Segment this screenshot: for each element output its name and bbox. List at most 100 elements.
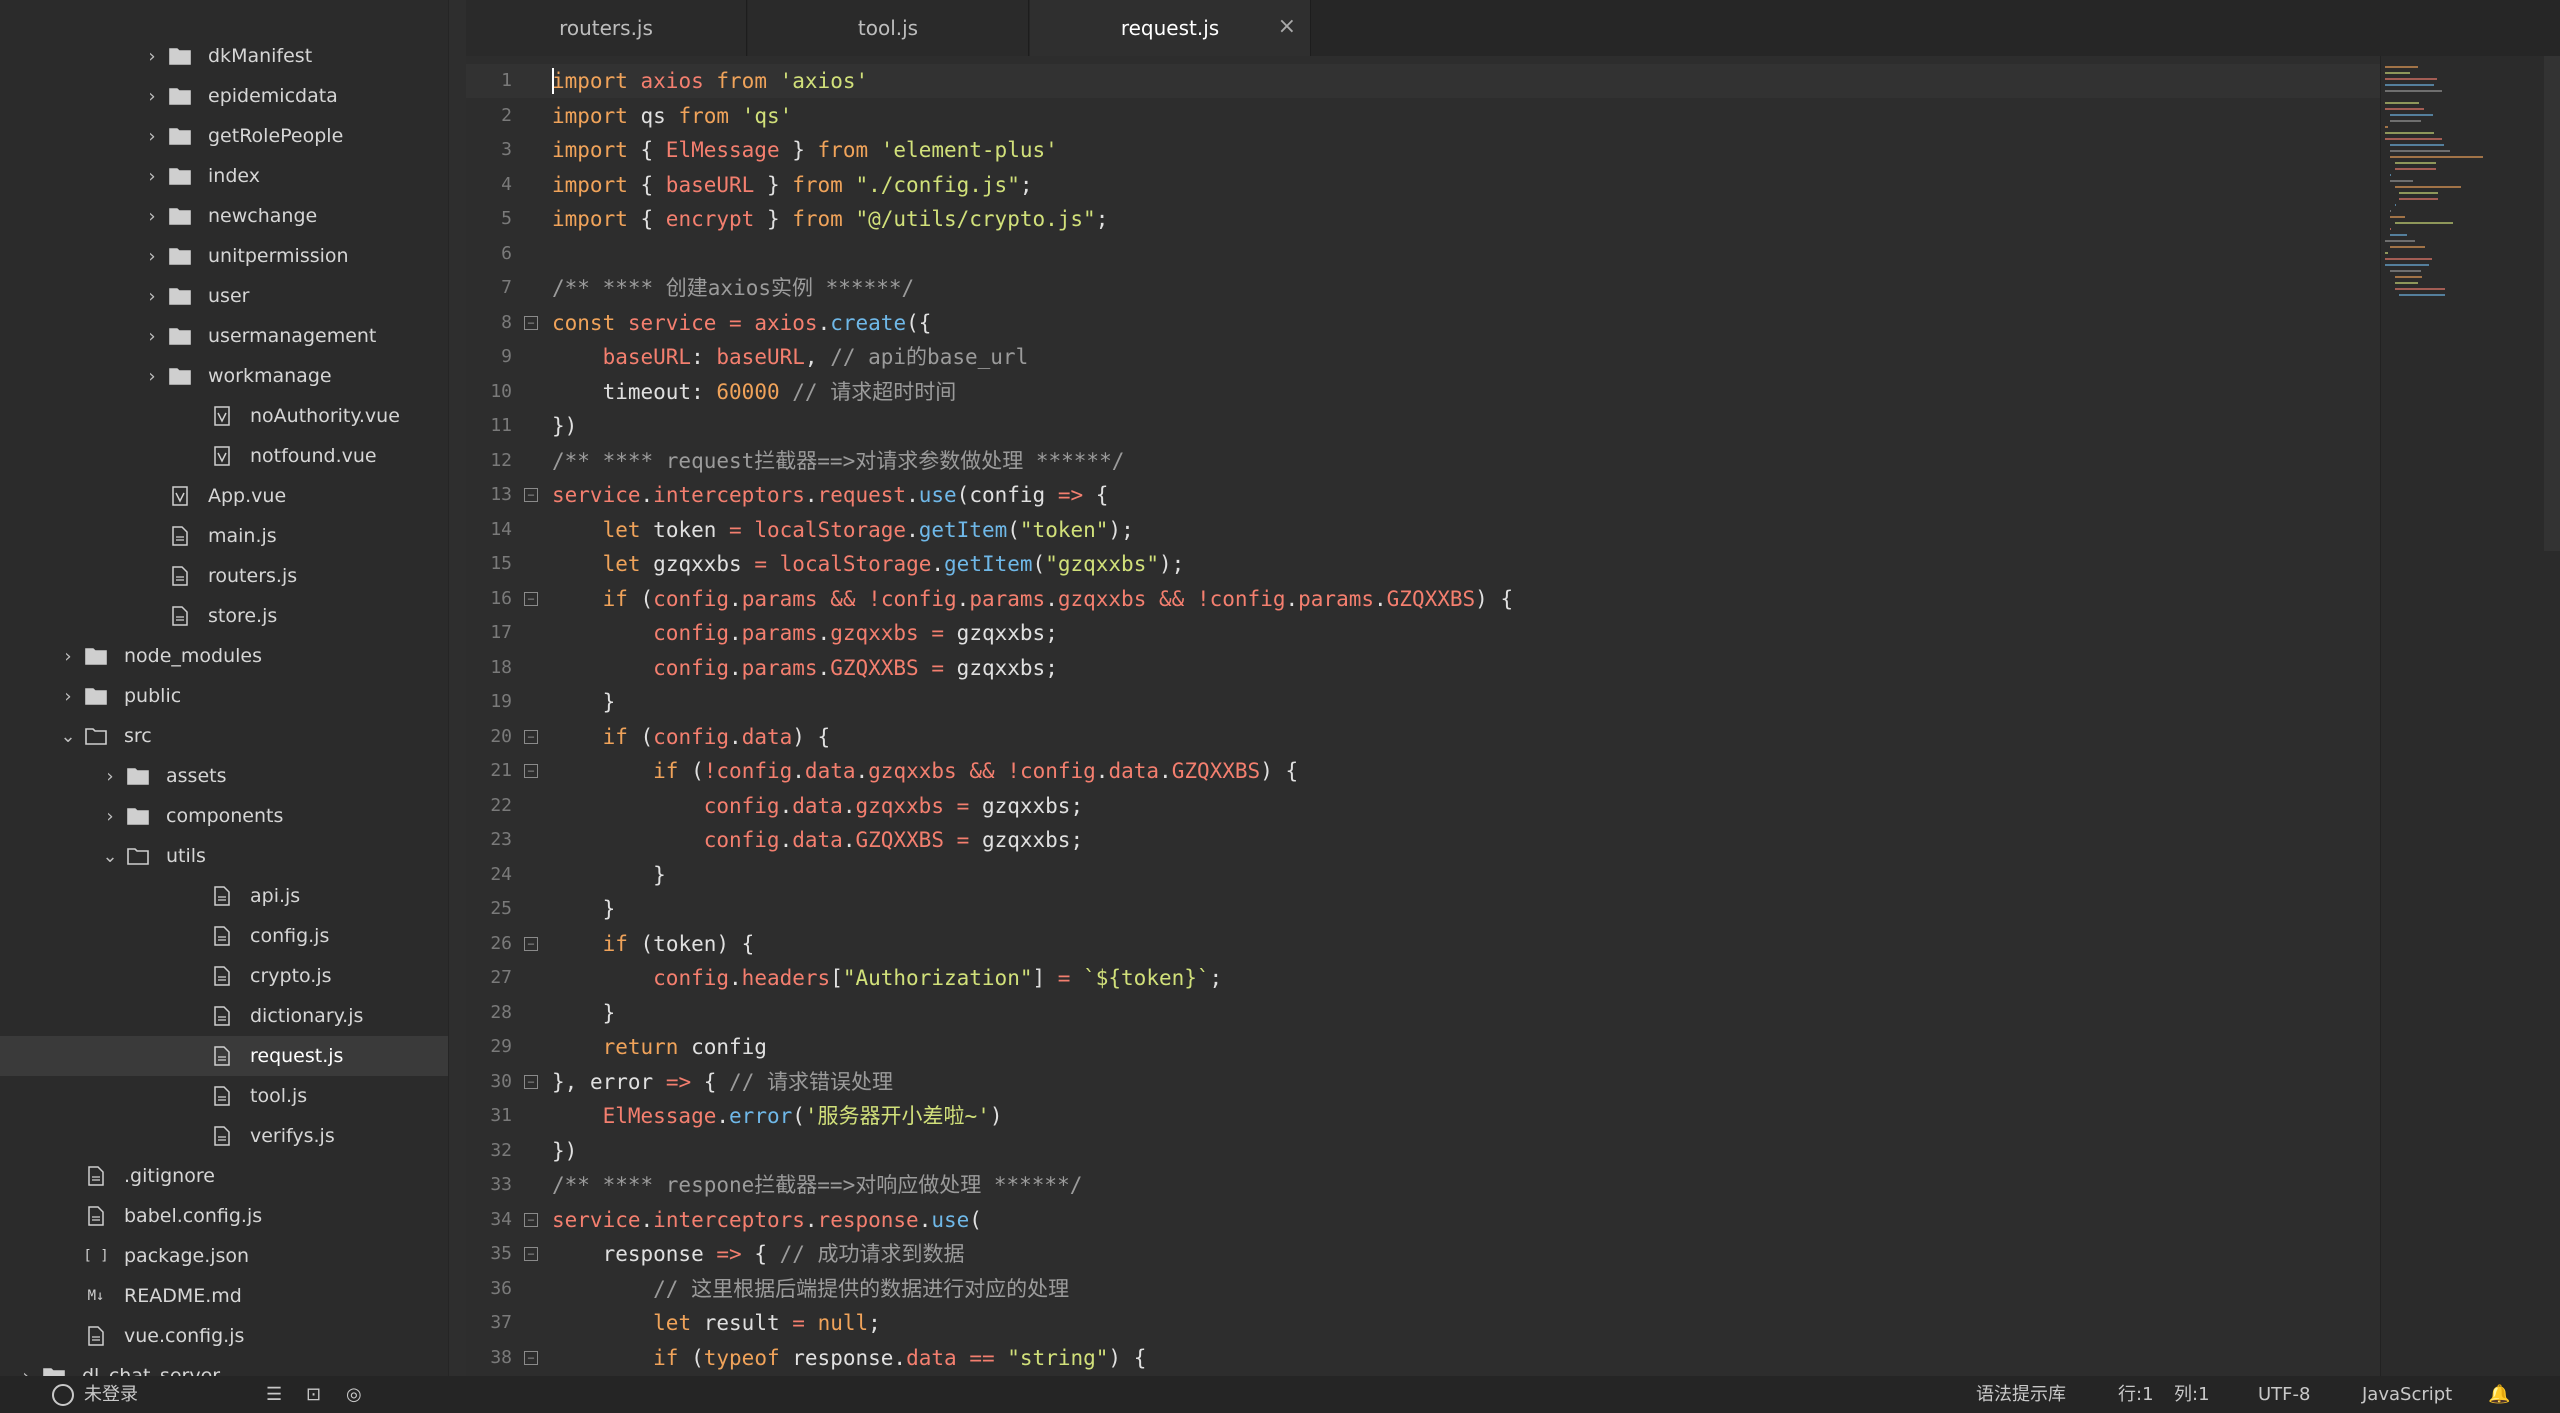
notification-bell-icon[interactable]: 🔔	[2488, 1376, 2510, 1413]
syntax-hint-button[interactable]: 语法提示库	[1976, 1376, 2066, 1413]
fold-toggle-icon[interactable]: −	[524, 764, 538, 778]
tree-item[interactable]: ⌄ utils	[0, 836, 448, 876]
tree-item[interactable]: › epidemicdata	[0, 76, 448, 116]
login-status[interactable]: 未登录	[52, 1376, 138, 1413]
tree-item[interactable]: vue.config.js	[0, 1316, 448, 1356]
code-line[interactable]: 5 import { encrypt } from "@/utils/crypto…	[466, 202, 2380, 236]
tree-item[interactable]: api.js	[0, 876, 448, 916]
chevron-right-icon[interactable]: ›	[12, 1366, 40, 1377]
tree-item[interactable]: › usermanagement	[0, 316, 448, 356]
code-line[interactable]: 10 timeout: 60000 // 请求超时时间	[466, 375, 2380, 409]
code-line[interactable]: 20− if (config.data) {	[466, 720, 2380, 754]
code-line[interactable]: 8− const service = axios.create({	[466, 306, 2380, 340]
tree-item[interactable]: › components	[0, 796, 448, 836]
chevron-right-icon[interactable]: ›	[96, 766, 124, 787]
tree-item[interactable]: dictionary.js	[0, 996, 448, 1036]
tree-item[interactable]: request.js	[0, 1036, 448, 1076]
tree-item[interactable]: babel.config.js	[0, 1196, 448, 1236]
code-line[interactable]: 9 baseURL: baseURL, // api的base_url	[466, 340, 2380, 374]
tree-item[interactable]: › getRolePeople	[0, 116, 448, 156]
chevron-right-icon[interactable]: ›	[138, 246, 166, 267]
code-line[interactable]: 13− service.interceptors.request.use(conf…	[466, 478, 2380, 512]
tree-item[interactable]: .gitignore	[0, 1156, 448, 1196]
chevron-right-icon[interactable]: ›	[138, 46, 166, 67]
fold-toggle-icon[interactable]: −	[524, 729, 538, 744]
cursor-line[interactable]: 行:1	[2118, 1376, 2154, 1413]
code-line[interactable]: 2 import qs from 'qs'	[466, 99, 2380, 133]
chevron-right-icon[interactable]: ›	[138, 286, 166, 307]
cursor-column[interactable]: 列:1	[2174, 1376, 2210, 1413]
code-line[interactable]: 32})	[466, 1134, 2380, 1168]
fold-toggle-icon[interactable]: −	[524, 488, 538, 502]
code-line[interactable]: 18 config.params.GZQXXBS = gzqxxbs;	[466, 651, 2380, 685]
tree-item[interactable]: crypto.js	[0, 956, 448, 996]
tree-item[interactable]: App.vue	[0, 476, 448, 516]
code-line[interactable]: 38− if (typeof response.data == "string"…	[466, 1341, 2380, 1375]
chevron-right-icon[interactable]: ›	[138, 366, 166, 387]
chevron-right-icon[interactable]: ›	[138, 166, 166, 187]
chevron-right-icon[interactable]: ›	[96, 806, 124, 827]
code-line[interactable]: 15 let gzqxxbs = localStorage.getItem("g…	[466, 547, 2380, 581]
tree-item[interactable]: › assets	[0, 756, 448, 796]
code-line[interactable]: 27 config.headers["Authorization"] = `${…	[466, 961, 2380, 995]
fold-toggle-icon[interactable]: −	[524, 936, 538, 951]
chevron-right-icon[interactable]: ›	[54, 686, 82, 707]
code-line[interactable]: 4 import { baseURL } from "./config.js";	[466, 168, 2380, 202]
code-line[interactable]: 26− if (token) {	[466, 927, 2380, 961]
code-line[interactable]: 17 config.params.gzqxxbs = gzqxxbs;	[466, 616, 2380, 650]
chevron-right-icon[interactable]: ›	[138, 206, 166, 227]
code-line[interactable]: 14 let token = localStorage.getItem("tok…	[466, 513, 2380, 547]
tree-item[interactable]: tool.js	[0, 1076, 448, 1116]
tree-item[interactable]: › user	[0, 276, 448, 316]
chevron-right-icon[interactable]: ›	[138, 86, 166, 107]
tree-item[interactable]: config.js	[0, 916, 448, 956]
code-line[interactable]: 33 /** **** respone拦截器==>对响应做处理 ******/	[466, 1168, 2380, 1202]
vertical-scrollbar-thumb[interactable]	[2544, 56, 2560, 551]
outline-icon[interactable]: ☰	[266, 1376, 282, 1413]
tree-item[interactable]: store.js	[0, 596, 448, 636]
tree-item[interactable]: noAuthority.vue	[0, 396, 448, 436]
code-line[interactable]: 25 }	[466, 892, 2380, 926]
code-editor[interactable]: 1 import axios from 'axios' 2 import qs fro…	[466, 56, 2380, 1376]
chevron-right-icon[interactable]: ›	[138, 326, 166, 347]
code-line[interactable]: 3 import { ElMessage } from 'element-plus…	[466, 133, 2380, 167]
tree-item[interactable]: ⌄ src	[0, 716, 448, 756]
tree-item[interactable]: › node_modules	[0, 636, 448, 676]
code-line[interactable]: 16− if (config.params && !config.params.…	[466, 582, 2380, 616]
fold-toggle-icon[interactable]: −	[524, 315, 538, 330]
fold-toggle-icon[interactable]: −	[524, 1350, 538, 1365]
tree-item[interactable]: › dkManifest	[0, 36, 448, 76]
tree-item[interactable]: › unitpermission	[0, 236, 448, 276]
language-mode-selector[interactable]: JavaScript	[2362, 1376, 2452, 1413]
fold-toggle-icon[interactable]: −	[524, 1074, 538, 1089]
code-line[interactable]: 21− if (!config.data.gzqxxbs && !config.…	[466, 754, 2380, 788]
tree-item[interactable]: › public	[0, 676, 448, 716]
editor-tab[interactable]: request.js ×	[1030, 0, 1311, 56]
code-line[interactable]: 34− service.interceptors.response.use(	[466, 1203, 2380, 1237]
tree-item[interactable]: › index	[0, 156, 448, 196]
terminal-icon[interactable]: ⊡	[306, 1376, 321, 1413]
tree-item[interactable]: M↓ README.md	[0, 1276, 448, 1316]
code-line[interactable]: 31 ElMessage.error('服务器开小差啦~')	[466, 1099, 2380, 1133]
tree-item[interactable]: › dl_chat_server	[0, 1356, 448, 1376]
code-line[interactable]: 24 }	[466, 858, 2380, 892]
chevron-down-icon[interactable]: ⌄	[96, 846, 124, 867]
code-line[interactable]: 7 /** **** 创建axios实例 ******/	[466, 271, 2380, 305]
fold-toggle-icon[interactable]: −	[524, 1212, 538, 1227]
tree-item[interactable]: verifys.js	[0, 1116, 448, 1156]
fold-toggle-icon[interactable]: −	[524, 591, 538, 606]
tree-item[interactable]: [ ] package.json	[0, 1236, 448, 1276]
editor-tab[interactable]: tool.js	[748, 0, 1029, 56]
code-line[interactable]: 22 config.data.gzqxxbs = gzqxxbs;	[466, 789, 2380, 823]
chevron-right-icon[interactable]: ›	[54, 646, 82, 667]
code-line[interactable]: 19 }	[466, 685, 2380, 719]
tree-item[interactable]: notfound.vue	[0, 436, 448, 476]
globe-icon[interactable]: ◎	[346, 1376, 362, 1413]
code-line[interactable]: 11})	[466, 409, 2380, 443]
code-line[interactable]: 35− response => { // 成功请求到数据	[466, 1237, 2380, 1271]
code-line[interactable]: 6	[466, 237, 2380, 271]
fold-toggle-icon[interactable]: −	[524, 1247, 538, 1261]
chevron-right-icon[interactable]: ›	[138, 126, 166, 147]
code-line[interactable]: 30−}, error => { // 请求错误处理	[466, 1065, 2380, 1099]
tree-item[interactable]: routers.js	[0, 556, 448, 596]
